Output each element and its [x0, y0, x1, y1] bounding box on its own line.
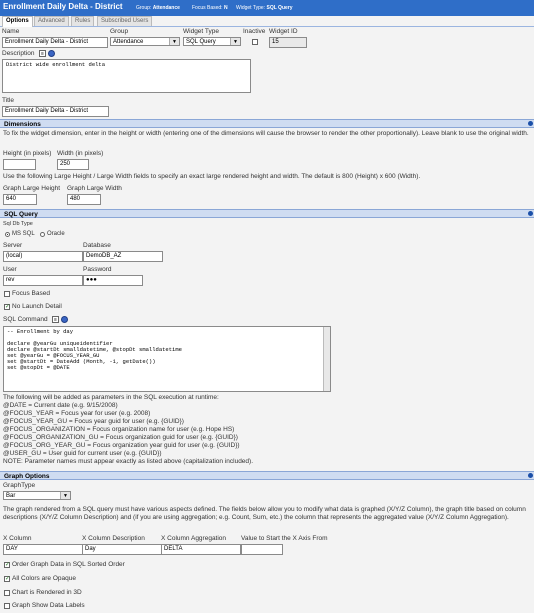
param-note: NOTE: Parameter names must appear exactl…: [3, 458, 254, 465]
focus-based-label: Focus Based: [12, 290, 50, 297]
large-width-input[interactable]: 480: [67, 194, 101, 205]
name-input[interactable]: Enrollment Daily Delta - District: [2, 37, 108, 48]
radio-oracle-label: Oracle: [47, 231, 65, 237]
database-input[interactable]: DemoDB_AZ: [83, 251, 163, 262]
edit-icon[interactable]: ≡: [52, 316, 59, 323]
title-input[interactable]: Enrollment Daily Delta - District: [2, 106, 109, 117]
x-column-input[interactable]: DAY: [3, 544, 83, 555]
param-item: @DATE = Current date (e.g. 9/15/2008): [3, 402, 118, 409]
param-item: @FOCUS_ORGANIZATION = Focus organization…: [3, 426, 235, 433]
order-sql-label: Order Graph Data in SQL Sorted Order: [12, 561, 125, 568]
tab-options[interactable]: Options: [2, 16, 33, 27]
inactive-checkbox[interactable]: [252, 39, 258, 45]
inactive-label: Inactive: [243, 28, 266, 35]
description-textarea[interactable]: District wide enrollment delta: [2, 59, 251, 93]
widget-type-select[interactable]: SQL Query ▼: [183, 37, 241, 46]
group-select[interactable]: Attendance ▼: [110, 37, 180, 46]
param-item: @FOCUS_YEAR = Focus year for user (e.g. …: [3, 410, 151, 417]
user-label: User: [3, 266, 17, 273]
graph-help-text: The graph rendered from a SQL query must…: [3, 506, 526, 521]
help-icon[interactable]: [48, 50, 55, 57]
x-column-description-label: X Column Description: [82, 535, 145, 542]
sql-line: set @stopDt = @DATE: [7, 364, 70, 371]
dimensions-help-text: To fix the widget dimension, enter in th…: [3, 130, 529, 137]
x-axis-start-input[interactable]: [241, 544, 283, 555]
param-item: @FOCUS_YEAR_GU = Focus year guid for use…: [3, 418, 184, 425]
graph-type-select[interactable]: Bar ▼: [3, 491, 71, 500]
sql-query-section-header[interactable]: SQL Query: [0, 209, 534, 218]
x-column-label: X Column: [3, 535, 32, 542]
collapse-icon[interactable]: [528, 473, 533, 478]
sql-command-textarea[interactable]: -- Enrollment by day declare @yearGu uni…: [3, 326, 331, 392]
opaque-colors-checkbox[interactable]: ✓: [4, 576, 10, 582]
header-widget-type: Widget Type: SQL Query: [236, 5, 293, 11]
database-label: Database: [83, 242, 111, 249]
width-input[interactable]: 250: [57, 159, 89, 170]
tab-advanced[interactable]: Advanced: [34, 16, 69, 26]
x-column-description-input[interactable]: Day: [82, 544, 162, 555]
height-label: Height (in pixels): [3, 150, 52, 157]
widget-id-field: 15: [269, 37, 307, 48]
large-width-label: Graph Large Width: [67, 185, 122, 192]
render-3d-label: Chart is Rendered in 3D: [12, 589, 82, 596]
sql-command-label: SQL Command: [3, 316, 48, 323]
collapse-icon[interactable]: [528, 211, 533, 216]
chevron-down-icon: ▼: [230, 38, 240, 45]
x-axis-start-label: Value to Start the X Axis From: [241, 535, 328, 542]
x-column-aggregation-label: X Column Aggregation: [161, 535, 227, 542]
widget-type-label: Widget Type: [183, 28, 220, 35]
chevron-down-icon: ▼: [60, 492, 70, 499]
help-icon[interactable]: [61, 316, 68, 323]
large-size-help-text: Use the following Large Height / Large W…: [3, 173, 421, 180]
focus-based-checkbox[interactable]: [4, 291, 10, 297]
graph-options-section-header[interactable]: Graph Options: [0, 471, 534, 480]
widget-title: Enrollment Daily Delta - District: [3, 2, 123, 11]
no-launch-detail-checkbox[interactable]: ✓: [4, 304, 10, 310]
no-launch-detail-label: No Launch Detail: [12, 303, 62, 310]
name-label: Name: [2, 28, 20, 35]
password-label: Password: [83, 266, 112, 273]
param-item: @FOCUS_ORGANIZATION_GU = Focus organizat…: [3, 434, 238, 441]
group-label: Group: [110, 28, 129, 35]
collapse-icon[interactable]: [528, 121, 533, 126]
order-sql-checkbox[interactable]: ✓: [4, 562, 10, 568]
param-item: @USER_GU = User guid for current user (e…: [3, 450, 162, 457]
title-label: Title: [2, 97, 15, 104]
server-input[interactable]: (local): [3, 251, 83, 262]
header-group: Group: Attendance: [136, 5, 180, 11]
description-label: Description: [2, 50, 35, 57]
radio-ms-sql[interactable]: [5, 232, 10, 237]
scrollbar[interactable]: [323, 327, 330, 391]
db-type-label: Sql Db Type: [3, 221, 33, 227]
tab-rules[interactable]: Rules: [71, 16, 95, 26]
params-intro: The following will be added as parameter…: [3, 394, 219, 401]
chevron-down-icon: ▼: [169, 38, 179, 45]
radio-ms-sql-label: MS SQL: [12, 231, 35, 237]
page-header: Enrollment Daily Delta - District Group:…: [0, 0, 534, 16]
x-column-aggregation-input[interactable]: DELTA: [161, 544, 241, 555]
show-data-labels-label: Graph Show Data Labels: [12, 602, 85, 609]
graph-type-label: GraphType: [3, 482, 36, 489]
user-input[interactable]: rev: [3, 275, 83, 286]
large-height-label: Graph Large Height: [3, 185, 61, 192]
header-focus: Focus Based: N: [192, 5, 228, 11]
width-label: Width (in pixels): [57, 150, 104, 157]
password-input[interactable]: ●●●: [83, 275, 143, 286]
opaque-colors-label: All Colors are Opaque: [12, 575, 76, 582]
server-label: Server: [3, 242, 23, 249]
large-height-input[interactable]: 640: [3, 194, 37, 205]
dimensions-section-header[interactable]: Dimensions: [0, 119, 534, 128]
widget-id-label: Widget ID: [269, 28, 298, 35]
radio-oracle[interactable]: [40, 232, 45, 237]
param-item: @FOCUS_ORG_YEAR_GU = Focus organization …: [3, 442, 240, 449]
tab-subscribed-users[interactable]: Subscribed Users: [97, 16, 153, 26]
edit-icon[interactable]: ≡: [39, 50, 46, 57]
show-data-labels-checkbox[interactable]: [4, 603, 10, 609]
render-3d-checkbox[interactable]: [4, 590, 10, 596]
height-input[interactable]: [3, 159, 36, 170]
